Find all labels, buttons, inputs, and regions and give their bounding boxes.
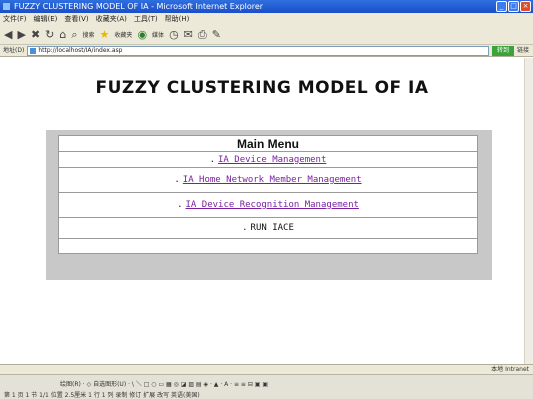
ie-icon <box>3 3 10 10</box>
menu-bar: 文件(F) 编辑(E) 查看(V) 收藏夹(A) 工具(T) 帮助(H) <box>0 13 533 25</box>
menu-item-device-management: . IA Device Management <box>59 152 477 168</box>
drawing-toolbar: 绘图(R) · ◇ 自选图形(U) · \ ＼ □ ○ ▭ ▦ ◎ ◪ ▨ ▤ … <box>0 374 533 399</box>
bullet: . <box>242 223 248 233</box>
menu-help[interactable]: 帮助(H) <box>165 13 190 25</box>
main-menu-table: Main Menu . IA Device Management . IA Home… <box>58 135 478 254</box>
links-button[interactable]: 链接 <box>517 45 533 57</box>
go-button[interactable]: 转到 <box>491 45 514 56</box>
minimize-button[interactable]: _ <box>496 1 507 12</box>
window-controls: _ □ × <box>496 1 531 12</box>
print-icon[interactable]: ⎙ <box>198 28 207 42</box>
history-icon[interactable]: ◷ <box>169 28 179 42</box>
bullet: . <box>174 175 180 185</box>
favorites-label[interactable]: 收藏夹 <box>114 30 132 39</box>
menu-favorites[interactable]: 收藏夹(A) <box>96 13 127 25</box>
close-button[interactable]: × <box>520 1 531 12</box>
link-ia-home-network-member-management[interactable]: IA Home Network Member Management <box>183 175 362 185</box>
home-icon[interactable]: ⌂ <box>59 28 66 42</box>
page-heading: FUZZY CLUSTERING MODEL OF IA <box>95 78 429 98</box>
window-title: FUZZY CLUSTERING MODEL OF IA - Microsoft… <box>14 2 264 11</box>
link-ia-device-management[interactable]: IA Device Management <box>218 155 326 165</box>
favorites-icon[interactable]: ★ <box>100 28 110 42</box>
media-icon[interactable]: ◉ <box>137 28 147 42</box>
stop-icon[interactable]: ✖ <box>31 28 40 42</box>
menu-view[interactable]: 查看(V) <box>64 13 88 25</box>
forward-icon[interactable]: ▶ <box>17 28 25 42</box>
menu-item-home-network-member: . IA Home Network Member Management <box>59 168 477 193</box>
menu-edit[interactable]: 编辑(E) <box>34 13 58 25</box>
toolbar: ◀ ▶ ✖ ↻ ⌂ ⌕ 搜索 ★ 收藏夹 ◉ 媒体 ◷ ✉ ⎙ ✎ <box>0 25 533 45</box>
document-status: 第 1 页 1 节 1/1 位置 2.5厘米 1 行 1 列 录制 修订 扩展 … <box>4 392 200 399</box>
status-bar: 本地 Intranet <box>0 364 533 374</box>
menu-item-device-recognition: . IA Device Recognition Management <box>59 193 477 218</box>
vertical-scrollbar[interactable] <box>524 58 533 364</box>
page-content: FUZZY CLUSTERING MODEL OF IA Main Menu .… <box>0 58 524 364</box>
menu-file[interactable]: 文件(F) <box>3 13 27 25</box>
back-icon[interactable]: ◀ <box>4 28 12 42</box>
maximize-button[interactable]: □ <box>508 1 519 12</box>
bullet: . <box>209 155 216 165</box>
address-url: http://localhost/IA/index.asp <box>38 46 123 54</box>
address-label: 地址(D) <box>3 46 25 54</box>
media-label[interactable]: 媒体 <box>152 30 164 39</box>
bullet: . <box>177 200 183 210</box>
title-bar: FUZZY CLUSTERING MODEL OF IA - Microsoft… <box>0 0 533 13</box>
drawing-tools[interactable]: 绘图(R) · ◇ 自选图形(U) · \ ＼ □ ○ ▭ ▦ ◎ ◪ ▨ ▤ … <box>60 379 268 388</box>
link-run-iace[interactable]: RUN IACE <box>251 223 294 233</box>
search-label[interactable]: 搜索 <box>83 30 95 39</box>
mail-icon[interactable]: ✉ <box>184 28 193 42</box>
edit-icon[interactable]: ✎ <box>212 28 221 42</box>
address-input[interactable]: http://localhost/IA/index.asp <box>27 45 489 56</box>
search-icon[interactable]: ⌕ <box>71 28 77 42</box>
link-ia-device-recognition-management[interactable]: IA Device Recognition Management <box>186 200 359 210</box>
page-icon <box>30 47 37 54</box>
menu-item-run-iace: . RUN IACE <box>59 218 477 239</box>
address-bar: 地址(D) http://localhost/IA/index.asp 转到 链… <box>0 45 533 57</box>
refresh-icon[interactable]: ↻ <box>45 28 54 42</box>
menu-empty-row <box>59 239 477 253</box>
main-menu-title: Main Menu <box>59 136 477 152</box>
menu-tools[interactable]: 工具(T) <box>134 13 158 25</box>
